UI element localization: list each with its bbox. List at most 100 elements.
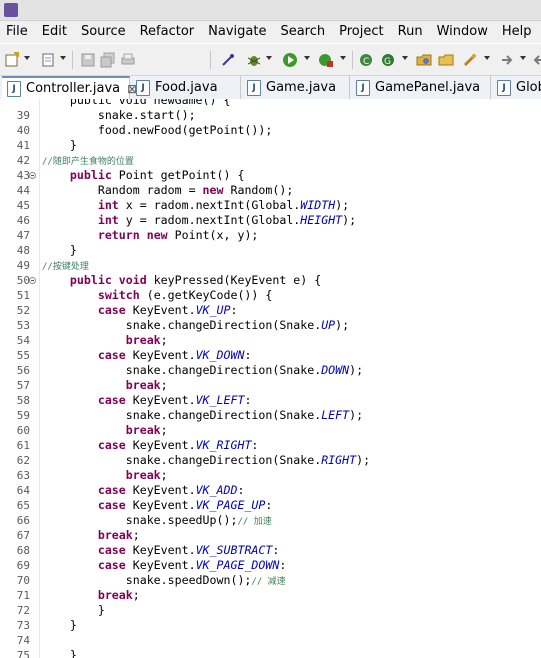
menu-help[interactable]: Help — [495, 21, 539, 43]
menu-run[interactable]: Run — [391, 21, 430, 43]
constant: VK_DOWN — [195, 348, 245, 362]
next-annotation-dropdown-icon[interactable] — [520, 56, 526, 60]
menu-refactor[interactable]: Refactor — [133, 21, 202, 43]
code-text: case KeyEvent.VK_PAGE_DOWN: — [42, 558, 286, 573]
code-line[interactable]: 68 case KeyEvent.VK_SUBTRACT: — [0, 543, 541, 558]
keyword: int — [97, 213, 119, 227]
debug-icon[interactable] — [246, 52, 262, 68]
external-tools-dropdown-icon[interactable] — [340, 56, 346, 60]
code-line[interactable]: 49 //按键处理 — [0, 258, 541, 273]
save-all-icon[interactable] — [100, 52, 116, 68]
new-java-class-icon[interactable]: C — [358, 52, 374, 68]
code-token: } — [42, 618, 77, 632]
tab-game-java[interactable]: J Game.java — [242, 76, 350, 99]
run-icon[interactable] — [282, 52, 298, 68]
tab-food-java[interactable]: J Food.java — [131, 76, 241, 99]
menu-source[interactable]: Source — [74, 21, 133, 43]
fold-toggle-icon[interactable] — [29, 277, 36, 284]
menu-window[interactable]: Window — [430, 21, 495, 43]
code-line[interactable]: 64 case KeyEvent.VK_ADD: — [0, 483, 541, 498]
print-icon[interactable] — [120, 52, 136, 68]
line-number: 43 — [16, 169, 30, 182]
open-folder-icon[interactable] — [438, 52, 454, 68]
new-wizard-icon[interactable] — [4, 52, 20, 68]
code-line[interactable]: 73 } — [0, 618, 541, 633]
menu-search[interactable]: Search — [273, 21, 332, 43]
fold-toggle-icon[interactable] — [29, 172, 36, 179]
code-line[interactable]: 65 case KeyEvent.VK_PAGE_UP: — [0, 498, 541, 513]
code-editor[interactable]: public void newGame() {39 snake.start();… — [0, 99, 541, 658]
line-number: 49 — [16, 259, 30, 272]
code-line[interactable]: 63 break; — [0, 468, 541, 483]
code-line[interactable]: 48 } — [0, 243, 541, 258]
constant: VK_UP — [195, 303, 231, 317]
menu-project[interactable]: Project — [332, 21, 390, 43]
menu-file[interactable]: File — [0, 21, 35, 43]
new-package-icon[interactable]: G — [380, 52, 396, 68]
code-line[interactable]: 41 } — [0, 138, 541, 153]
code-line[interactable]: 56 snake.changeDirection(Snake.DOWN); — [0, 363, 541, 378]
code-line[interactable]: 61 case KeyEvent.VK_RIGHT: — [0, 438, 541, 453]
toolbar: C G — [0, 44, 541, 76]
code-line[interactable]: 51 switch (e.getKeyCode()) { — [0, 288, 541, 303]
tab-gamepanel-java[interactable]: J GamePanel.java — [351, 76, 491, 99]
code-line[interactable]: 60 break; — [0, 423, 541, 438]
code-line[interactable]: 47 return new Point(x, y); — [0, 228, 541, 243]
code-line[interactable]: 71 break; — [0, 588, 541, 603]
code-line[interactable]: 40 food.newFood(getPoint()); — [0, 123, 541, 138]
keyword: switch — [97, 288, 140, 302]
code-text: snake.changeDirection(Snake.UP); — [42, 318, 349, 333]
next-annotation-icon[interactable] — [500, 52, 516, 68]
code-line[interactable]: 54 break; — [0, 333, 541, 348]
menu-edit[interactable]: Edit — [35, 21, 74, 43]
code-text: break; — [42, 378, 168, 393]
code-text: food.newFood(getPoint()); — [42, 123, 273, 138]
code-line[interactable]: 39 snake.start(); — [0, 108, 541, 123]
code-line[interactable]: 59 snake.changeDirection(Snake.LEFT); — [0, 408, 541, 423]
previous-annotation-icon[interactable] — [530, 52, 541, 68]
code-text: case KeyEvent.VK_UP: — [42, 303, 238, 318]
code-line[interactable]: 72 } — [0, 603, 541, 618]
line-number: 58 — [16, 394, 30, 407]
search-icon[interactable] — [462, 52, 478, 68]
new-file-icon[interactable] — [40, 52, 56, 68]
code-line[interactable]: 45 int x = radom.nextInt(Global.WIDTH); — [0, 198, 541, 213]
code-line[interactable]: 55 case KeyEvent.VK_DOWN: — [0, 348, 541, 363]
save-icon[interactable] — [80, 52, 96, 68]
tab-controller-java[interactable]: J Controller.java ⊠ — [2, 76, 137, 99]
code-line[interactable]: 75 } — [0, 648, 541, 658]
debug-dropdown-icon[interactable] — [266, 56, 272, 60]
code-line[interactable]: 42 //随即产生食物的位置 — [0, 153, 541, 168]
code-line[interactable]: 43 public Point getPoint() { — [0, 168, 541, 183]
code-token: ; — [160, 378, 168, 392]
new-file-dropdown-icon[interactable] — [60, 56, 66, 60]
open-type-icon[interactable] — [416, 52, 432, 68]
menu-navigate[interactable]: Navigate — [201, 21, 273, 43]
code-line[interactable]: 67 break; — [0, 528, 541, 543]
code-line[interactable]: 74 — [0, 633, 541, 648]
code-line[interactable]: 53 snake.changeDirection(Snake.UP); — [0, 318, 541, 333]
new-dropdown-icon[interactable] — [24, 56, 30, 60]
code-line[interactable]: 50 public void keyPressed(KeyEvent e) { — [0, 273, 541, 288]
code-line[interactable]: 57 break; — [0, 378, 541, 393]
tab-global-java[interactable]: J Glob — [492, 76, 541, 99]
code-line[interactable]: 58 case KeyEvent.VK_LEFT: — [0, 393, 541, 408]
code-line[interactable]: 44 Random radom = new Random(); — [0, 183, 541, 198]
external-tools-icon[interactable] — [318, 52, 334, 68]
search-dropdown-icon[interactable] — [484, 56, 490, 60]
code-line[interactable]: 66 snake.speedUp();// 加速 — [0, 513, 541, 528]
run-dropdown-icon[interactable] — [304, 56, 310, 60]
code-line[interactable]: 69 case KeyEvent.VK_PAGE_DOWN: — [0, 558, 541, 573]
code-line[interactable]: public void newGame() { — [0, 99, 541, 108]
pin-icon[interactable] — [220, 52, 236, 68]
code-line[interactable]: 70 snake.speedDown();// 减速 — [0, 573, 541, 588]
new-class-dropdown-icon[interactable] — [402, 56, 408, 60]
code-line[interactable]: 52 case KeyEvent.VK_UP: — [0, 303, 541, 318]
code-line[interactable]: 62 snake.changeDirection(Snake.RIGHT); — [0, 453, 541, 468]
code-line[interactable]: 46 int y = radom.nextInt(Global.HEIGHT); — [0, 213, 541, 228]
code-text: Random radom = new Random(); — [42, 183, 293, 198]
